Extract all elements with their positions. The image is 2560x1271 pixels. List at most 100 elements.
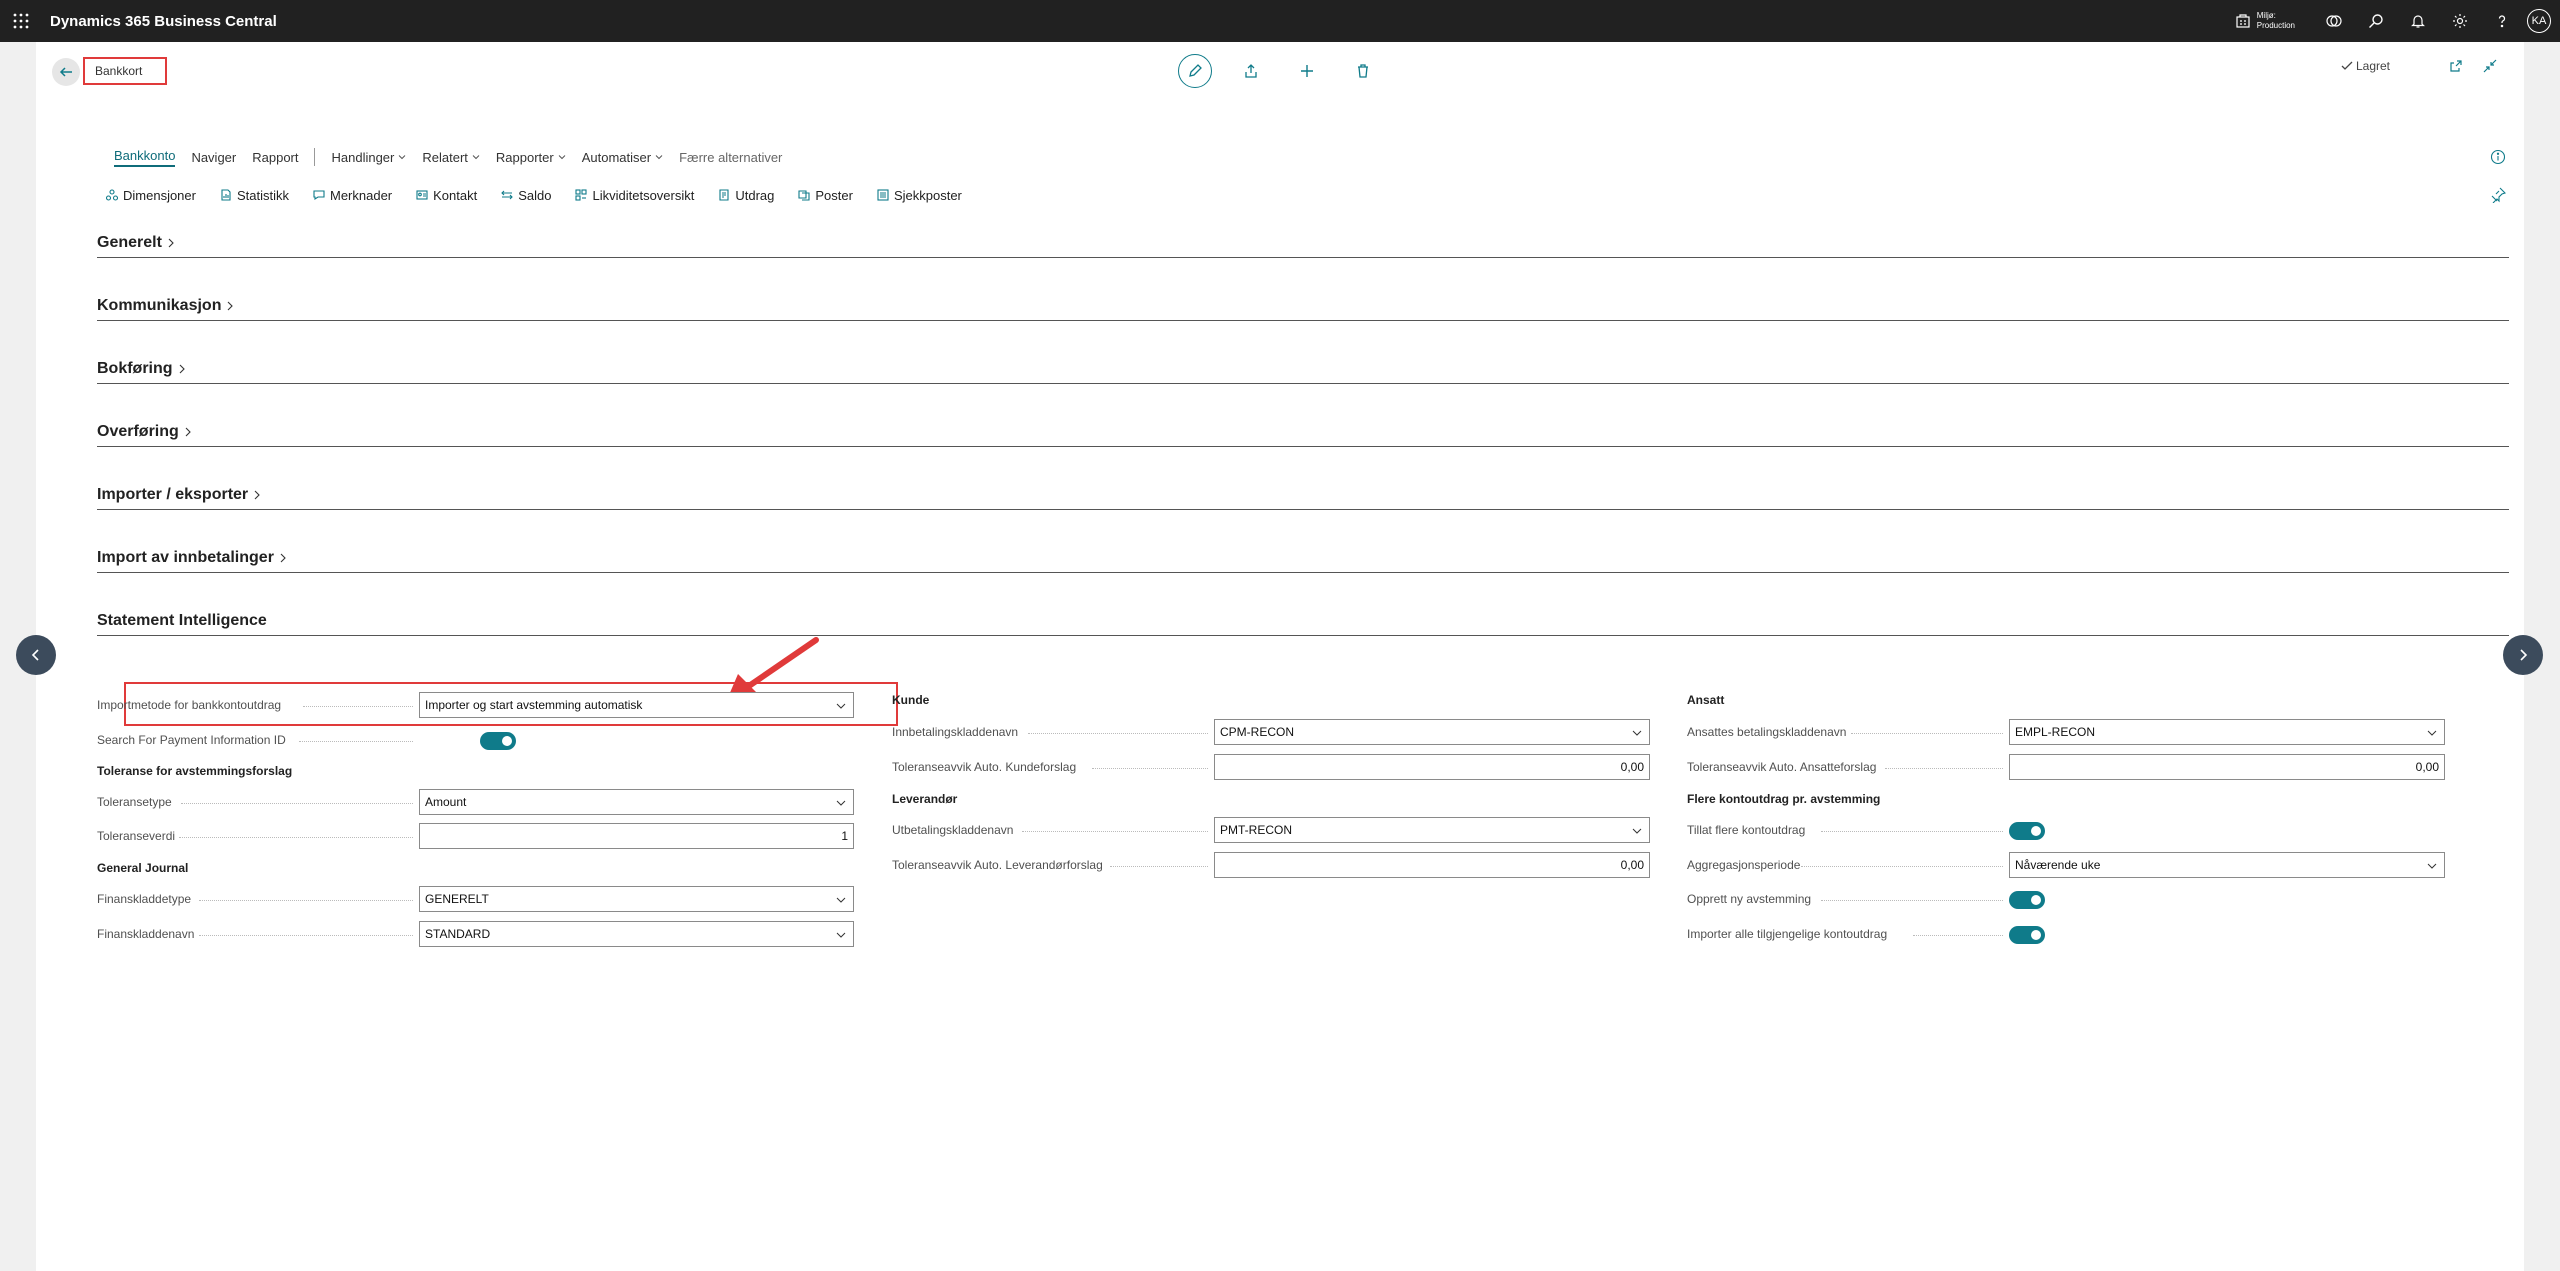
chevron-down-icon — [558, 155, 566, 160]
employee-tolerance-field: Toleranseavvik Auto. Ansatteforslag 0,00 — [1687, 754, 2481, 780]
create-new-reconciliation-toggle[interactable] — [2009, 891, 2045, 909]
top-bar: Dynamics 365 Business Central Miljø: Pro… — [0, 0, 2560, 42]
menu-handlinger[interactable]: Handlinger — [331, 150, 406, 165]
import-method-select[interactable]: Importer og start avstemming automatisk — [419, 692, 854, 718]
gj-template-select[interactable]: GENERELT — [419, 886, 854, 912]
menu-automatiser-label: Automatiser — [581, 149, 652, 165]
employee-tolerance-input[interactable]: 0,00 — [2009, 754, 2445, 780]
allow-multiple-statements-toggle[interactable] — [2009, 822, 2045, 840]
menu-automatiser[interactable]: Automatiser — [582, 150, 663, 165]
action-likviditetsoversikt[interactable]: Likviditetsoversikt — [575, 188, 694, 203]
group-heading: Toleranse for avstemmingsforslag — [97, 764, 293, 778]
app-launcher-icon[interactable] — [0, 0, 42, 42]
action-kontakt[interactable]: Kontakt — [416, 188, 477, 203]
app-title[interactable]: Dynamics 365 Business Central — [50, 13, 277, 30]
action-bar-divider — [314, 148, 316, 166]
field-label: Aggregasjonsperiode — [1687, 858, 1801, 872]
menu-rapporter[interactable]: Rapporter — [496, 150, 566, 165]
menu-relatert[interactable]: Relatert — [422, 150, 480, 165]
share-icon — [1245, 64, 1257, 78]
select-value: Nåværende uke — [2015, 858, 2101, 872]
copilot-icon[interactable] — [2313, 0, 2355, 42]
saved-label: Lagret — [2355, 59, 2390, 73]
action-label: Saldo — [518, 187, 552, 203]
chevron-right-icon — [179, 364, 185, 374]
label-dots — [1801, 866, 2003, 867]
field-label: Importmetode for bankkontoutdrag — [97, 698, 282, 712]
gj-batch-select[interactable]: STANDARD — [419, 921, 854, 947]
action-label: Statistikk — [236, 187, 289, 203]
environment-label: Miljø: — [2256, 11, 2276, 20]
saved-status: Lagret — [2341, 59, 2390, 73]
help-icon[interactable] — [2481, 0, 2523, 42]
fasttab-title: Kommunikasjon — [97, 297, 222, 314]
tab-bankkonto[interactable]: Bankkonto — [114, 148, 176, 167]
fasttab-overforing[interactable]: Overføring — [97, 417, 2509, 447]
aggregation-period-select[interactable]: Nåværende uke — [2009, 852, 2445, 878]
fewer-options-button[interactable]: Færre alternativer — [679, 150, 782, 165]
fasttab-import-av-innbetalinger[interactable]: Import av innbetalinger — [97, 543, 2509, 573]
settings-gear-icon[interactable] — [2439, 0, 2481, 42]
share-button[interactable] — [1234, 54, 1268, 88]
info-icon[interactable] — [2490, 149, 2506, 165]
action-sjekkposter[interactable]: Sjekkposter — [877, 188, 962, 203]
chevron-right-icon — [228, 301, 234, 311]
edit-button[interactable] — [1178, 54, 1212, 88]
environment-indicator[interactable]: Miljø: Production — [2235, 11, 2295, 31]
vendor-journal-select[interactable]: PMT-RECON — [1214, 817, 1650, 843]
next-record-button[interactable] — [2503, 635, 2543, 675]
employee-journal-select[interactable]: EMPL-RECON — [2009, 719, 2445, 745]
customer-tolerance-input[interactable]: 0,00 — [1214, 754, 1650, 780]
search-icon[interactable] — [2355, 0, 2397, 42]
action-merknader[interactable]: Merknader — [313, 188, 392, 203]
action-utdrag[interactable]: Utdrag — [718, 188, 774, 203]
previous-record-button[interactable] — [16, 635, 56, 675]
action-dimensjoner[interactable]: Dimensjoner — [106, 188, 196, 203]
notification-bell-icon[interactable] — [2397, 0, 2439, 42]
menu-handlinger-label: Handlinger — [331, 149, 395, 165]
label-dots — [181, 803, 413, 804]
action-statistikk[interactable]: Statistikk — [220, 188, 289, 203]
field-label: Finanskladdenavn — [97, 927, 195, 941]
vendor-tolerance-field: Toleranseavvik Auto. Leverandørforslag 0… — [892, 852, 1686, 878]
user-avatar[interactable]: KA — [2527, 9, 2551, 33]
tolerance-type-select[interactable]: Amount — [419, 789, 854, 815]
chevron-down-icon — [2427, 863, 2437, 869]
fasttab-importer-eksporter[interactable]: Importer / eksporter — [97, 480, 2509, 510]
tolerance-value-input[interactable]: 1 — [419, 823, 854, 849]
pin-icon[interactable] — [2490, 187, 2506, 203]
chevron-down-icon — [399, 155, 406, 160]
field-label: Ansattes betalingskladdenavn — [1687, 725, 1847, 739]
label-dots — [1028, 733, 1208, 734]
allow-multiple-statements-field: Tillat flere kontoutdrag — [1687, 817, 2481, 843]
check-ledger-icon — [877, 189, 889, 201]
chevron-right-icon — [254, 490, 260, 500]
new-button[interactable] — [1290, 54, 1324, 88]
fasttab-statement-intelligence[interactable]: Statement Intelligence — [97, 606, 2509, 636]
field-label: Toleranseavvik Auto. Kundeforslag — [892, 760, 1077, 774]
action-saldo[interactable]: Saldo — [501, 188, 551, 203]
fasttab-kommunikasjon[interactable]: Kommunikasjon — [97, 291, 2509, 321]
fasttab-generelt[interactable]: Generelt — [97, 228, 2509, 258]
fasttab-bokforing[interactable]: Bokføring — [97, 354, 2509, 384]
import-all-statements-toggle[interactable] — [2009, 926, 2045, 944]
tab-naviger[interactable]: Naviger — [191, 150, 236, 165]
search-payment-id-field: Search For Payment Information ID — [97, 727, 891, 753]
group-heading: Kunde — [892, 693, 930, 707]
tab-rapport[interactable]: Rapport — [252, 150, 298, 165]
action-poster[interactable]: Poster — [798, 188, 853, 203]
label-dots — [1110, 866, 1208, 867]
search-payment-id-toggle[interactable] — [480, 732, 516, 750]
action-label: Poster — [815, 187, 853, 203]
tolerance-value-field: Toleranseverdi 1 — [97, 823, 891, 849]
vendor-tolerance-input[interactable]: 0,00 — [1214, 852, 1650, 878]
chevron-right-icon — [168, 238, 174, 248]
collapse-icon[interactable] — [2482, 58, 2498, 74]
pencil-icon — [1189, 64, 1202, 77]
chevron-down-icon — [836, 932, 846, 938]
delete-button[interactable] — [1346, 54, 1380, 88]
back-button[interactable] — [52, 58, 80, 86]
customer-journal-select[interactable]: CPM-RECON — [1214, 719, 1650, 745]
dimensions-icon — [106, 189, 118, 201]
open-new-window-icon[interactable] — [2448, 58, 2464, 74]
